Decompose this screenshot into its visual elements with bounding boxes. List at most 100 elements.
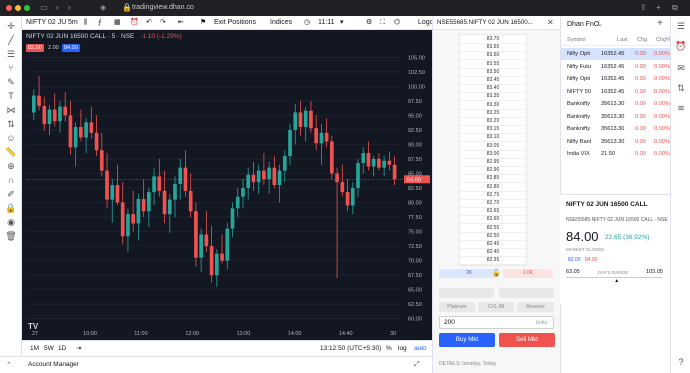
window-close-button[interactable]: [6, 5, 12, 11]
order-field-b[interactable]: [499, 288, 554, 298]
lock-drawings-icon[interactable]: 🔒: [5, 202, 17, 214]
account-manager-bar[interactable]: ⌃ Account Manager ⤢: [0, 356, 432, 373]
range-5w-button[interactable]: 5W: [44, 344, 54, 354]
range-1d-button[interactable]: 1D: [58, 344, 66, 354]
help-icon[interactable]: ?: [675, 356, 687, 368]
magnet-icon[interactable]: ∩: [5, 174, 17, 186]
fullscreen-icon[interactable]: ⛶: [380, 17, 385, 29]
depth-icon[interactable]: ≋: [675, 102, 687, 114]
chevron-up-icon[interactable]: ⌃: [6, 361, 12, 369]
watchlist-row[interactable]: Banknifty 35613.30 0.00 0.00%: [561, 98, 671, 110]
sidebar-toggle-icon[interactable]: ▭: [40, 3, 48, 13]
quantity-input[interactable]: 200 Units: [439, 316, 554, 329]
settings-icon[interactable]: ⚙: [366, 17, 372, 29]
candle-body: [330, 141, 334, 174]
range-1m-button[interactable]: 1M: [30, 344, 39, 354]
text-tool-icon[interactable]: T: [5, 90, 17, 102]
brush-icon[interactable]: ✎: [5, 76, 17, 88]
zoom-in-icon[interactable]: ⊕: [5, 160, 17, 172]
watchlist-row[interactable]: NIFTY 50 16352.45 0.00 0.00%: [561, 86, 671, 98]
alert-icon[interactable]: ⏰: [130, 17, 139, 29]
indicators-icon[interactable]: ⨍: [98, 17, 102, 29]
watchlist-row[interactable]: Nifty Opti 16352.45 0.00 0.00%: [561, 73, 671, 85]
order-details[interactable]: DETAILS: Intraday, Today: [439, 361, 496, 367]
eye-icon[interactable]: ◉: [5, 216, 17, 228]
stay-drawing-icon[interactable]: ✐: [5, 188, 17, 200]
prediction-icon[interactable]: ⇅: [5, 118, 17, 130]
sell-market-button[interactable]: Sell Mkt: [499, 333, 555, 347]
sell-flag-icon[interactable]: ⚑: [200, 17, 206, 29]
ladder-row[interactable]: 82.35: [460, 256, 526, 266]
price-chart[interactable]: 105.00 102.50 100.00 97.50 95.00 92.50 90.00 87…: [22, 30, 432, 356]
platinum-button[interactable]: Platinum: [439, 302, 475, 312]
account-manager-label[interactable]: Account Manager: [28, 361, 79, 368]
ask-qty-button[interactable]: 2.6K: [503, 269, 553, 278]
add-symbol-icon[interactable]: +: [657, 18, 663, 29]
undo-icon[interactable]: ↶: [146, 17, 152, 29]
trend-line-icon[interactable]: ╱: [5, 34, 17, 46]
chat-icon[interactable]: ✉: [675, 62, 687, 74]
watchlist-row[interactable]: Nifty Opti 16352.45 0.00 0.00%: [561, 48, 671, 60]
x-tick-label: 14:40: [339, 331, 353, 337]
utc-clock[interactable]: 13:12:50 (UTC+5:30): [320, 344, 381, 354]
watchlist-row[interactable]: Nifty Banl 35613.30 0.00 0.00%: [561, 136, 671, 148]
candle-body: [37, 95, 41, 107]
percent-toggle[interactable]: %: [386, 344, 392, 354]
address-bar[interactable]: 🔒 tradingview.dhan.co: [118, 3, 538, 13]
reverse-button[interactable]: Reverse: [517, 302, 554, 312]
pattern-icon[interactable]: ⋈: [5, 104, 17, 116]
window-maximize-button[interactable]: [24, 5, 30, 11]
cancel-all-button[interactable]: CXL All: [478, 302, 514, 312]
auto-toggle[interactable]: auto: [414, 344, 427, 354]
date-range-icon[interactable]: ⇥: [76, 344, 81, 354]
order-field-a[interactable]: [439, 288, 494, 298]
buy-market-button[interactable]: Buy Mkt: [439, 333, 495, 347]
bid-qty-button[interactable]: 2K: [439, 269, 499, 278]
back-icon[interactable]: ‹: [56, 3, 59, 13]
chevron-down-icon[interactable]: ⌄: [597, 20, 603, 28]
candle-body: [382, 160, 386, 168]
layout-icon[interactable]: ▦: [114, 17, 121, 29]
buy-price-badge[interactable]: 84.00: [62, 44, 80, 52]
candle-type-icon[interactable]: ⫼: [84, 17, 87, 29]
crosshair-icon[interactable]: ✛: [5, 20, 17, 32]
y-tick-label: 92.50: [408, 128, 422, 134]
exit-positions-button[interactable]: Exit Positions: [214, 17, 256, 29]
tabs-overview-icon[interactable]: ⧉: [672, 3, 678, 13]
watchlist-title[interactable]: Dhan FnO: [567, 21, 599, 28]
maximize-panel-icon[interactable]: ⤢: [414, 361, 420, 369]
symbol-search[interactable]: NIFTY 02 JU: [26, 17, 66, 29]
candle-body: [63, 106, 68, 116]
window-minimize-button[interactable]: [15, 5, 21, 11]
replay-icon[interactable]: ⇤: [178, 17, 184, 29]
share-icon[interactable]: ⇪: [640, 3, 647, 13]
y-tick-label: 70.00: [408, 259, 422, 265]
candlestick-chart[interactable]: 105.00 102.50 100.00 97.50 95.00 92.50 90.00 87…: [22, 30, 432, 340]
watchlist-icon[interactable]: ☰: [675, 20, 687, 32]
clock-icon: ◷: [304, 19, 311, 26]
emoji-icon[interactable]: ☺: [5, 132, 17, 144]
trash-icon[interactable]: 🗑: [5, 230, 17, 242]
horizontal-lines-icon[interactable]: ☰: [5, 48, 17, 60]
watchlist-row[interactable]: Banknifty 35613.30 0.00 0.00%: [561, 123, 671, 135]
order-book-icon[interactable]: ⇅: [675, 82, 687, 94]
dropdown-icon[interactable]: ▾: [340, 17, 344, 29]
indices-button[interactable]: Indices: [270, 17, 292, 29]
close-icon[interactable]: ✕: [547, 18, 554, 27]
shield-icon[interactable]: ◈: [100, 3, 106, 13]
pitchfork-icon[interactable]: ⑂: [5, 62, 17, 74]
new-tab-icon[interactable]: +: [656, 3, 661, 13]
watchlist-row[interactable]: Banknifty 35613.30 0.00 0.00%: [561, 111, 671, 123]
forward-icon[interactable]: ›: [68, 3, 71, 13]
watchlist-row[interactable]: India VIX 21.50 0.00 0.00%: [561, 148, 671, 160]
interval-select[interactable]: 5m: [68, 17, 78, 29]
price-ladder[interactable]: 83.70 83.65 83.60 83.55 83.50 83.45 83.40 83.35…: [459, 34, 527, 266]
watchlist-row[interactable]: Nifty Futu 16352.45 0.00 0.00%: [561, 61, 671, 73]
redo-icon[interactable]: ↷: [160, 17, 166, 29]
alerts-icon[interactable]: ⏰: [675, 40, 687, 52]
camera-icon[interactable]: ⌬: [394, 17, 400, 29]
sell-price-badge[interactable]: 82.00: [26, 44, 44, 52]
log-toggle[interactable]: log: [398, 344, 407, 354]
lock-ladder-icon[interactable]: 🔓: [492, 269, 501, 277]
ruler-icon[interactable]: 📏: [5, 146, 17, 158]
